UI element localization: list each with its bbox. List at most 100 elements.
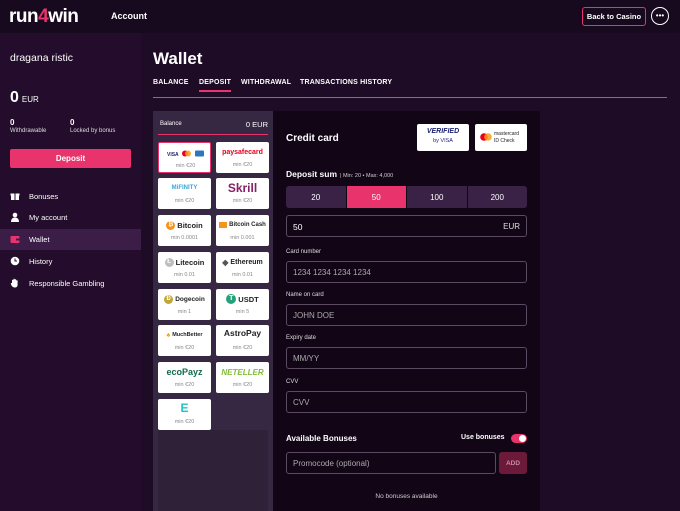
amount-currency: EUR bbox=[503, 222, 520, 231]
run4win-logo[interactable]: run4win bbox=[9, 6, 79, 28]
method-mifinity[interactable]: MiFINITY min €20 bbox=[158, 178, 211, 209]
method-min: min €20 bbox=[174, 419, 195, 425]
card-number-input[interactable]: 1234 1234 1234 1234 bbox=[286, 261, 527, 283]
promocode-input[interactable]: Promocode (optional) bbox=[286, 452, 496, 474]
method-bitcoin[interactable]: ₿ Bitcoin min 0.0001 bbox=[158, 215, 211, 246]
method-paysafecard[interactable]: paysafecard min €20 bbox=[216, 142, 269, 173]
method-dogecoin[interactable]: Ð Dogecoin min 1 bbox=[158, 289, 211, 320]
method-visa-mastercard[interactable]: VISA min €20 bbox=[158, 142, 211, 173]
tab-deposit[interactable]: DEPOSIT bbox=[199, 79, 232, 92]
bitcoin-cash-logo: Bitcoin Cash bbox=[216, 219, 269, 231]
astropay-logo: AstroPay bbox=[223, 328, 262, 338]
available-bonuses-title: Available Bonuses bbox=[286, 434, 357, 443]
bitcoin-icon: ₿ bbox=[166, 220, 176, 230]
user-icon bbox=[10, 212, 20, 222]
visa-badge-bottom: by VISA bbox=[433, 138, 453, 144]
method-ecopayz[interactable]: ecoPayz min €20 bbox=[158, 362, 211, 393]
method-ethereum[interactable]: ◆ Ethereum min 0.01 bbox=[216, 252, 269, 283]
method-skrill[interactable]: Skrill min €20 bbox=[216, 178, 269, 209]
dogecoin-icon: Ð bbox=[164, 294, 174, 304]
amount-preset-50[interactable]: 50 bbox=[346, 186, 406, 208]
deposit-form-panel: Credit card VERIFIED by VISA mastercard … bbox=[273, 111, 540, 511]
expiry-date-input[interactable]: MM/YY bbox=[286, 347, 527, 369]
method-neteller[interactable]: NETELLER min €20 bbox=[216, 362, 269, 393]
methods-balance-row: Balance 0 EUR bbox=[158, 116, 268, 135]
deposit-button[interactable]: Deposit bbox=[10, 149, 131, 168]
mastercard-icon bbox=[480, 133, 492, 141]
nav-account-link[interactable]: Account bbox=[111, 11, 147, 21]
credit-card-title: Credit card bbox=[286, 133, 339, 144]
sidebar-item-label: My account bbox=[29, 213, 68, 222]
balance-total: 0 EUR bbox=[10, 89, 39, 106]
hand-icon bbox=[10, 278, 20, 288]
sidebar-item-history[interactable]: History bbox=[0, 251, 141, 272]
svg-text:VISA: VISA bbox=[167, 152, 179, 158]
page-title: Wallet bbox=[153, 49, 203, 68]
use-bonuses-toggle[interactable] bbox=[511, 434, 527, 443]
name-on-card-input[interactable]: JOHN DOE bbox=[286, 304, 527, 326]
tab-withdrawal[interactable]: WITHDRAWAL bbox=[241, 79, 291, 86]
method-min: min €20 bbox=[232, 345, 253, 351]
methods-balance-value: 0 EUR bbox=[245, 120, 268, 129]
method-min: min €20 bbox=[232, 198, 253, 204]
ecopayz-logo: ecoPayz bbox=[166, 367, 203, 377]
method-bitcoin-cash[interactable]: Bitcoin Cash min 0.001 bbox=[216, 215, 269, 246]
username: dragana ristic bbox=[10, 52, 74, 64]
ellipsis-icon[interactable]: ••• bbox=[651, 7, 669, 25]
ethereum-icon: ◆ bbox=[222, 257, 229, 267]
amount-preset-100[interactable]: 100 bbox=[407, 186, 467, 208]
methods-balance-label: Balance bbox=[160, 121, 182, 127]
bitcoin-logo: ₿ Bitcoin bbox=[158, 219, 211, 231]
deposit-sum-heading: Deposit sum | Min: 20 • Max: 4,000 bbox=[286, 169, 394, 179]
toggle-knob bbox=[519, 435, 526, 442]
ethereum-logo: ◆ Ethereum bbox=[222, 257, 263, 267]
sidebar-item-my-account[interactable]: My account bbox=[0, 207, 141, 228]
neteller-logo: NETELLER bbox=[221, 367, 264, 377]
skrill-logo: Skrill bbox=[227, 181, 258, 195]
locked-value: 0 bbox=[70, 118, 75, 127]
method-e-wallet[interactable]: E min €20 bbox=[158, 399, 211, 430]
name-on-card-label: Name on card bbox=[286, 292, 324, 298]
amount-input[interactable]: 50 EUR bbox=[286, 215, 527, 237]
mastercard-id-check-badge: mastercard ID Check bbox=[475, 124, 527, 151]
clock-icon bbox=[10, 256, 20, 266]
amount-value: 50 bbox=[293, 222, 303, 232]
withdrawable-value: 0 bbox=[10, 118, 15, 127]
sidebar-item-label: Responsible Gambling bbox=[29, 279, 105, 288]
cvv-label: CVV bbox=[286, 379, 299, 385]
method-min: min €20 bbox=[174, 345, 195, 351]
no-bonuses-message: No bonuses available bbox=[375, 493, 438, 500]
method-min: min 1 bbox=[177, 309, 192, 315]
back-to-casino-button[interactable]: Back to Casino bbox=[582, 7, 646, 26]
method-astropay[interactable]: AstroPay min €20 bbox=[216, 325, 269, 356]
method-muchbetter[interactable]: ♠ MuchBetter min €20 bbox=[158, 325, 211, 356]
tab-balance[interactable]: BALANCE bbox=[153, 79, 189, 86]
sidebar-item-label: History bbox=[29, 257, 53, 266]
top-bar: run4win Account Back to Casino ••• bbox=[0, 0, 680, 33]
tab-transactions-history[interactable]: TRANSACTIONS HISTORY bbox=[300, 79, 392, 86]
mc-badge-bottom: ID Check bbox=[494, 138, 515, 144]
sidebar-item-wallet[interactable]: Wallet bbox=[0, 229, 141, 250]
promocode-placeholder: Promocode (optional) bbox=[293, 459, 370, 468]
method-min: min €20 bbox=[232, 162, 253, 168]
sidebar-item-responsible-gambling[interactable]: Responsible Gambling bbox=[0, 273, 141, 294]
method-min: min €20 bbox=[174, 198, 195, 204]
method-usdt[interactable]: T USDT min 5 bbox=[216, 289, 269, 320]
cvv-input[interactable]: CVV bbox=[286, 391, 527, 413]
method-min: min 0.0001 bbox=[170, 235, 199, 241]
method-min: min €20 bbox=[232, 382, 253, 388]
card-number-label: Card number bbox=[286, 249, 322, 255]
method-litecoin[interactable]: Ł Litecoin min 0.01 bbox=[158, 252, 211, 283]
method-min: min €20 bbox=[174, 382, 195, 388]
mc-badge-top: mastercard bbox=[494, 131, 520, 137]
withdrawable-label: Withdrawable bbox=[10, 128, 47, 134]
litecoin-logo: Ł Litecoin bbox=[158, 256, 211, 268]
method-min: min 0.01 bbox=[173, 272, 196, 278]
amount-preset-200[interactable]: 200 bbox=[467, 186, 527, 208]
muchbetter-icon: ♠ bbox=[166, 331, 171, 339]
dogecoin-logo: Ð Dogecoin bbox=[158, 293, 211, 305]
sidebar-item-bonuses[interactable]: Bonuses bbox=[0, 186, 141, 207]
amount-preset-20[interactable]: 20 bbox=[286, 186, 346, 208]
sidebar-item-label: Wallet bbox=[29, 235, 50, 244]
add-promocode-button[interactable]: ADD bbox=[499, 452, 527, 474]
